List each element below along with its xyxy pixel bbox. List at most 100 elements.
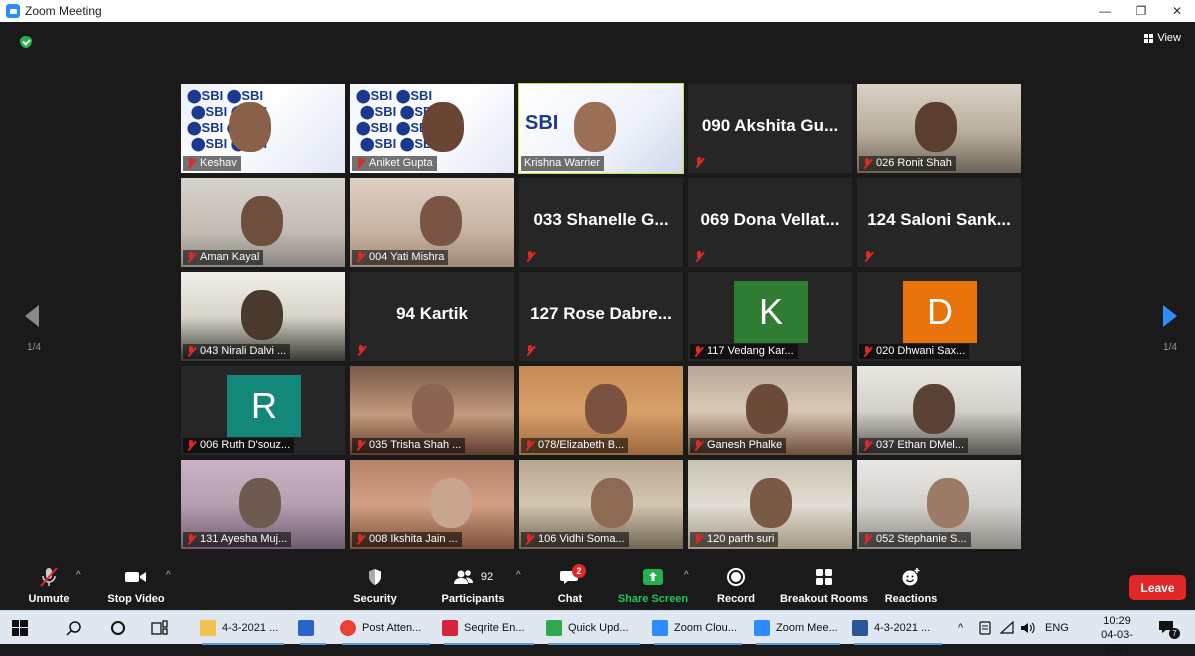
breakout-rooms-icon [778,566,870,588]
participant-tile[interactable]: 035 Trisha Shah ... [350,366,514,455]
taskbar-app-button[interactable]: 4-3-2021 ... [852,615,944,645]
view-button[interactable]: View [1144,32,1181,44]
participant-tile[interactable]: 033 Shanelle G... [519,178,683,267]
stop-video-button[interactable]: Stop Video [104,566,168,605]
input-language[interactable]: ENG [1045,611,1069,645]
participant-name-caption: 078/Elizabeth B... [521,438,629,453]
participant-name: Keshav [200,157,237,169]
participant-name-caption: 043 Nirali Dalvi ... [183,344,291,359]
share-options-caret-icon[interactable]: ^ [684,570,689,581]
participant-face [746,384,788,434]
sbi-logo-text: ⬤SBI ⬤SBI [356,120,433,135]
muted-mic-icon [863,251,873,262]
windows-start-icon[interactable] [12,611,28,645]
participant-tile[interactable]: Ganesh Phalke [688,366,852,455]
taskbar-app-button[interactable] [298,615,328,645]
participant-tile[interactable]: SBI Krishna Warrier [518,83,684,174]
participant-tile[interactable]: ⬤SBI ⬤SBI ⬤SBI ⬤SBI ⬤SBI ⬤SBI ⬤SBI ⬤SBI Kesh… [181,84,345,173]
taskbar-app-button[interactable]: Zoom Mee... [754,615,842,645]
participant-tile[interactable]: D 020 Dhwani Sax... [857,272,1021,361]
show-hidden-icons-chevron-icon[interactable]: ^ [958,611,963,645]
volume-icon[interactable] [1020,611,1036,645]
encryption-shield-icon[interactable] [20,36,32,48]
taskbar-app-button[interactable]: 4-3-2021 ... [200,615,286,645]
participant-tile[interactable]: Aman Kayal [181,178,345,267]
participant-name-caption: 035 Trisha Shah ... [352,438,466,453]
participant-tile[interactable]: 124 Saloni Sank... [857,178,1021,267]
taskbar-app-label: Zoom Clou... [674,622,737,634]
restore-button[interactable]: ❐ [1123,0,1159,22]
participant-tile[interactable]: 069 Dona Vellat... [688,178,852,267]
device-tray-icon[interactable] [978,611,992,645]
previous-page-arrow-icon[interactable] [25,305,39,327]
participant-face [412,384,454,434]
taskbar-clock[interactable]: 10:29 04-03-2021 [1090,614,1144,656]
security-button[interactable]: Security [352,566,398,605]
chat-button[interactable]: 2 Chat [552,564,588,605]
chat-unread-badge: 2 [572,564,586,578]
participant-avatar: R [227,375,301,437]
share-screen-button[interactable]: Share Screen [616,566,690,605]
taskbar-app-button[interactable]: Seqrite En... [442,615,536,645]
unmute-button[interactable]: Unmute [26,566,72,605]
participant-tile[interactable]: 026 Ronit Shah [857,84,1021,173]
participant-name-caption: 120 parth suri [690,532,779,547]
grid-icon [1144,33,1154,43]
folder-icon [200,620,216,636]
taskbar-app-button[interactable]: Quick Upd... [546,615,642,645]
participant-tile[interactable]: 043 Nirali Dalvi ... [181,272,345,361]
network-icon[interactable] [1000,611,1014,645]
participant-tile[interactable]: 090 Akshita Gu... [688,84,852,173]
participant-tile[interactable]: 127 Rose Dabre... [519,272,683,361]
next-page-arrow-icon[interactable] [1163,305,1177,327]
audio-options-caret-icon[interactable]: ^ [76,570,81,581]
breakout-rooms-button[interactable]: Breakout Rooms [778,566,870,605]
record-button[interactable]: Record [714,566,758,605]
reactions-button[interactable]: Reactions [882,566,940,605]
participant-name: 020 Dhwani Sax... [876,345,966,357]
participant-tile[interactable]: K 117 Vedang Kar... [688,272,852,361]
participant-tile[interactable]: 94 Kartik [350,272,514,361]
participant-face [915,102,957,152]
participant-tile[interactable]: 120 parth suri [688,460,852,549]
participant-name: 037 Ethan DMel... [876,439,965,451]
taskbar-app-button[interactable]: Post Atten... [340,615,432,645]
muted-mic-icon [694,157,704,168]
minimize-button[interactable]: — [1087,0,1123,22]
participant-tile[interactable]: ⬤SBI ⬤SBI ⬤SBI ⬤SBI ⬤SBI ⬤SBI ⬤SBI ⬤SBI Anik… [350,84,514,173]
participant-name: 052 Stephanie S... [876,533,967,545]
participant-face [229,102,271,152]
participant-face [913,384,955,434]
muted-microphone-icon [26,566,72,588]
participants-button[interactable]: 92 Participants [438,566,508,605]
reactions-label: Reactions [884,593,938,605]
cortana-circle-icon[interactable] [110,611,126,645]
participant-name: Aniket Gupta [369,157,433,169]
muted-mic-icon [186,534,196,545]
video-options-caret-icon[interactable]: ^ [166,570,171,581]
participant-face [585,384,627,434]
participant-face [574,102,616,152]
participant-tile[interactable]: 131 Ayesha Muj... [181,460,345,549]
action-center-icon[interactable]: 7 [1158,611,1180,645]
muted-mic-icon [355,440,365,451]
window-controls: — ❐ ✕ [1087,0,1195,22]
participant-tile[interactable]: 106 Vidhi Soma... [519,460,683,549]
participant-face [241,290,283,340]
task-view-icon[interactable] [151,611,169,645]
participant-tile[interactable]: 037 Ethan DMel... [857,366,1021,455]
taskbar-app-label: Zoom Mee... [776,622,838,634]
participant-tile[interactable]: 078/Elizabeth B... [519,366,683,455]
participant-tile[interactable]: 004 Yati Mishra [350,178,514,267]
participant-name-caption: Krishna Warrier [521,156,604,171]
close-button[interactable]: ✕ [1159,0,1195,22]
participant-tile[interactable]: 052 Stephanie S... [857,460,1021,549]
leave-button[interactable]: Leave [1129,575,1186,600]
participants-options-caret-icon[interactable]: ^ [516,570,521,581]
search-icon[interactable] [66,611,82,645]
security-shield-icon [352,566,398,588]
participant-tile[interactable]: 008 Ikshita Jain ... [350,460,514,549]
participant-name: 131 Ayesha Muj... [200,533,288,545]
taskbar-app-button[interactable]: Zoom Clou... [652,615,744,645]
participant-tile[interactable]: R 006 Ruth D'souz... [181,366,345,455]
